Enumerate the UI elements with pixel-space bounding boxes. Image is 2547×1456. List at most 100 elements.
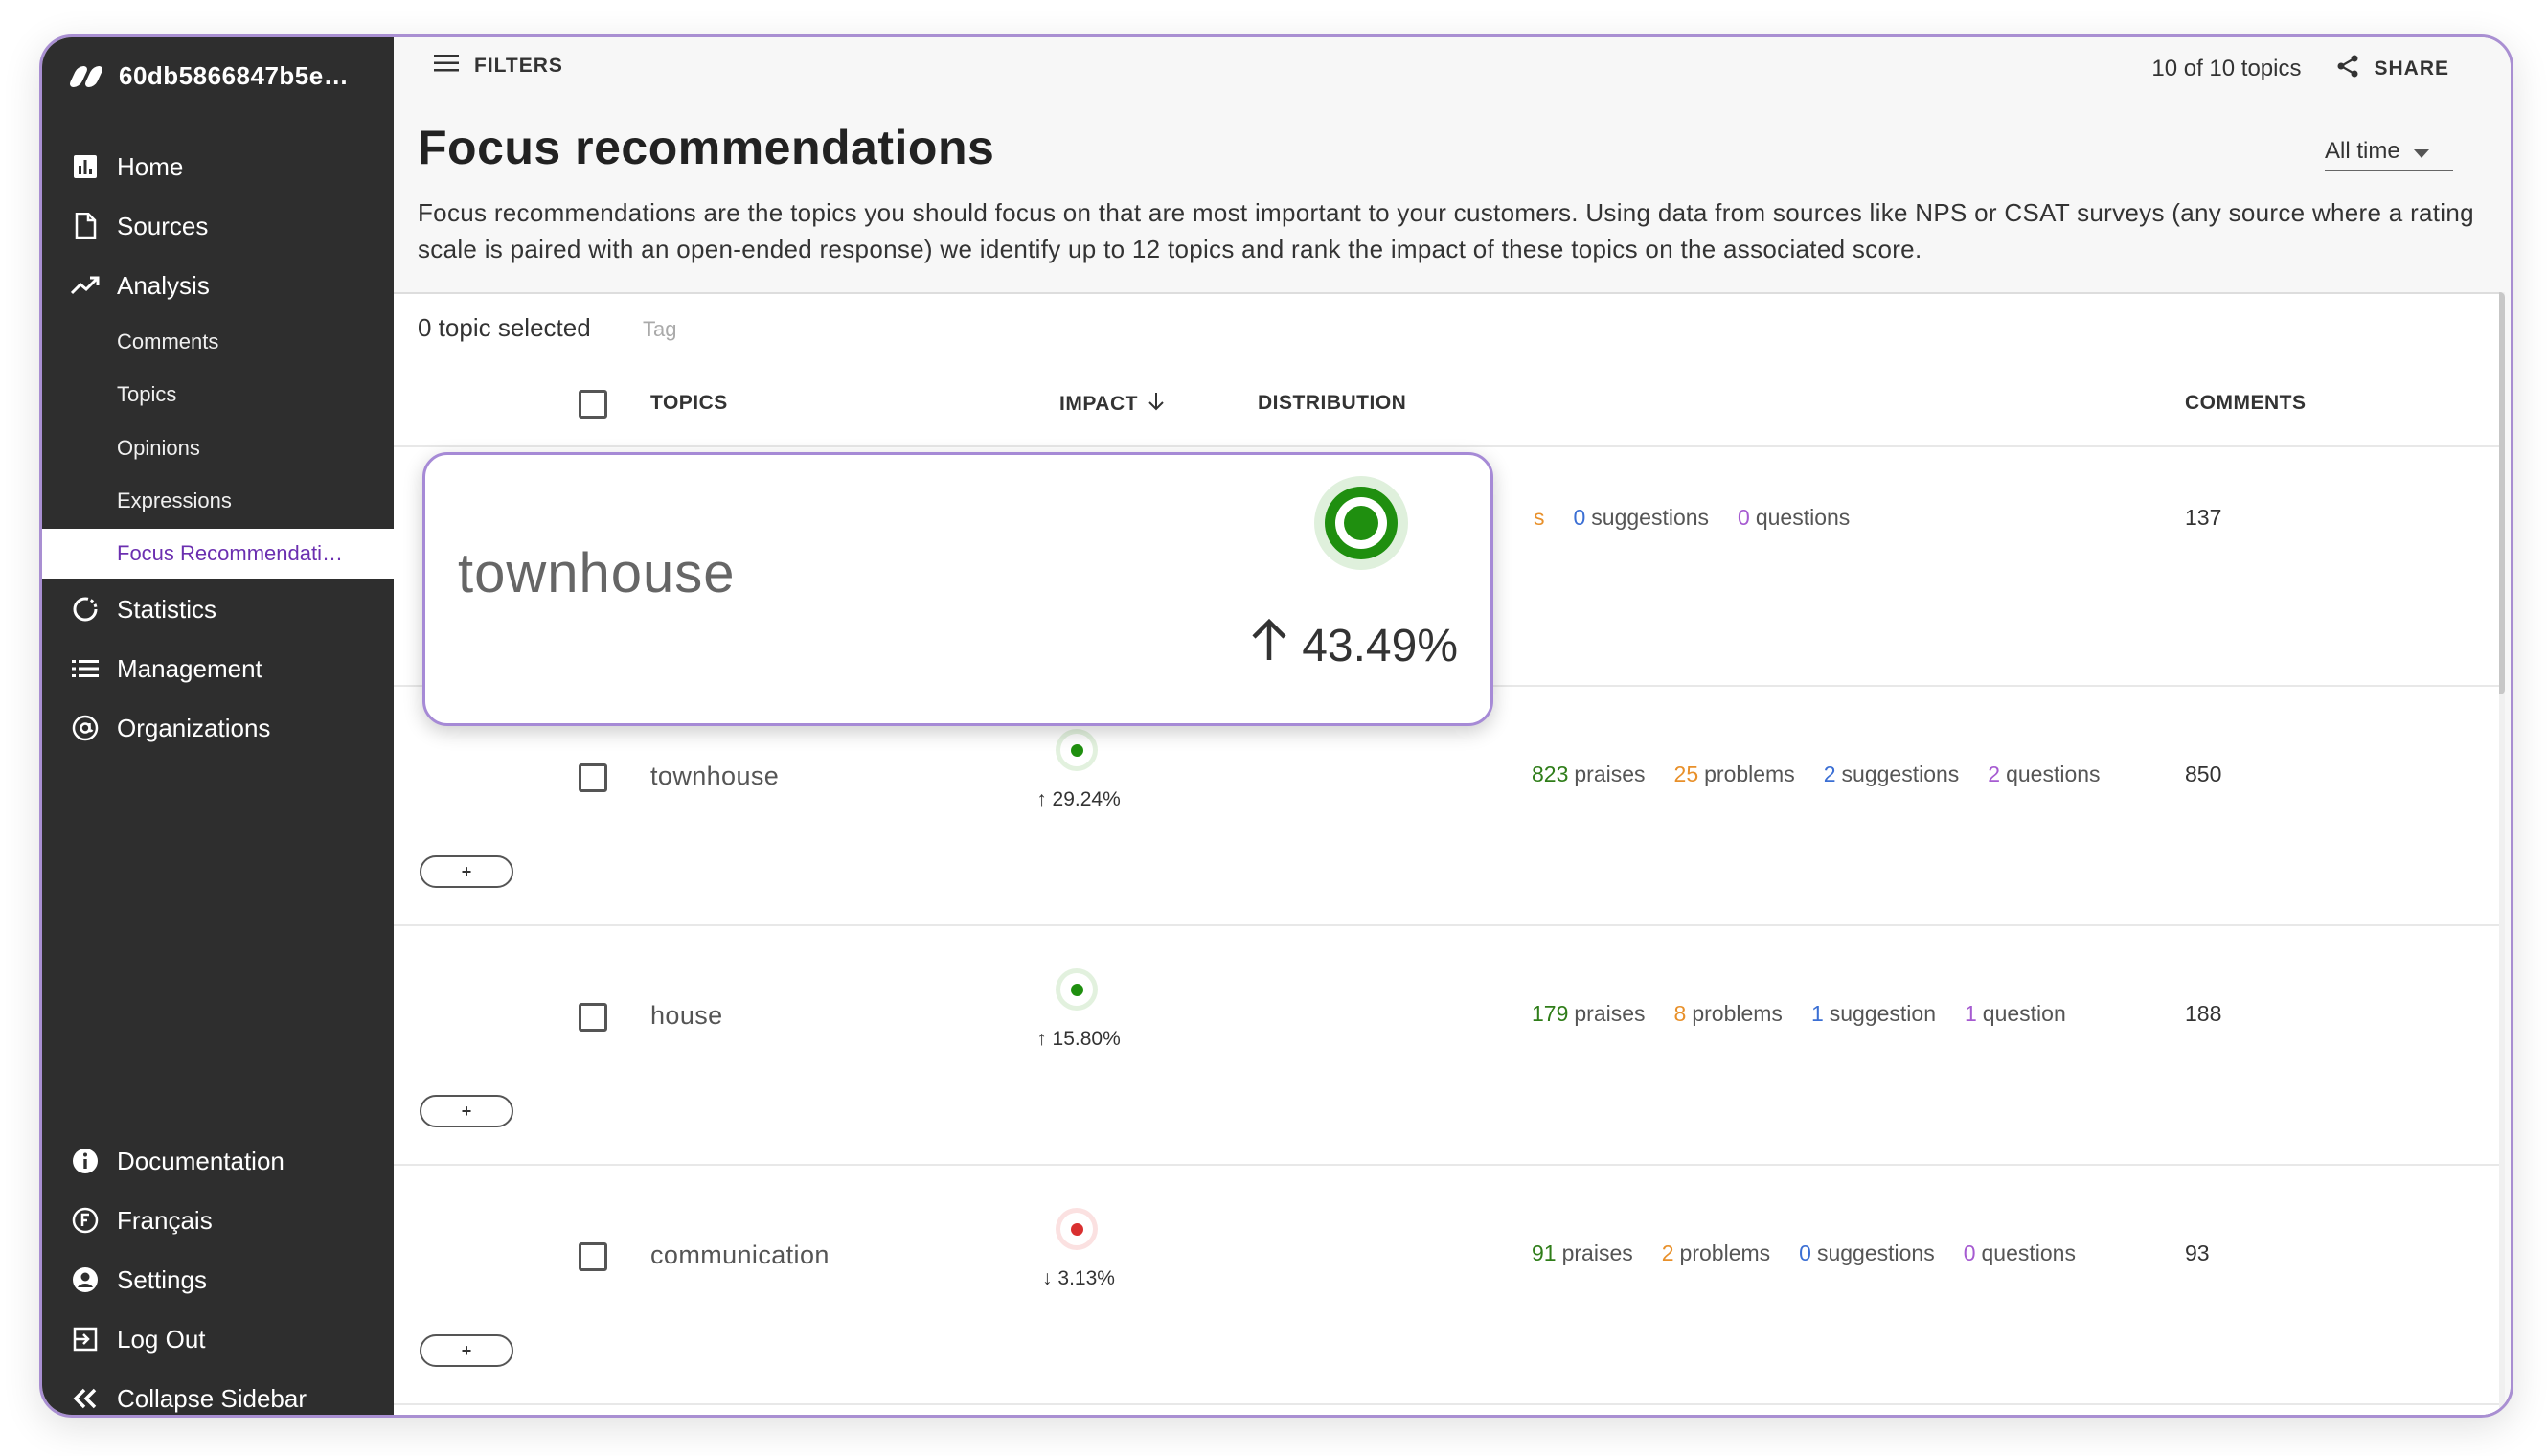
suggestions-label: suggestions (1816, 1240, 1935, 1265)
nav-comments[interactable]: Comments (42, 317, 394, 367)
time-filter-value: All time (2325, 138, 2400, 164)
logout-icon (71, 1325, 100, 1354)
column-distribution[interactable]: DISTRIBUTION (1258, 392, 1406, 415)
add-tag-button[interactable]: + (420, 1334, 513, 1367)
suggestions-label: suggestion (1829, 1001, 1936, 1026)
questions-label: questions (2006, 762, 2101, 786)
comments-count: 137 (2185, 505, 2222, 530)
nav-language-label: Français (117, 1205, 213, 1235)
nav-settings-label: Settings (117, 1264, 207, 1294)
problems-label: problems (1679, 1240, 1771, 1265)
nav-statistics[interactable]: Statistics (42, 585, 394, 633)
questions-count: 2 (1988, 762, 2001, 786)
nav-management-label: Management (117, 653, 262, 683)
target-icon (1314, 476, 1408, 570)
nav-management[interactable]: Management (42, 645, 394, 693)
problems-count: 25 (1673, 762, 1699, 786)
nav-topics[interactable]: Topics (42, 370, 394, 420)
nav-expressions[interactable]: Expressions (42, 476, 394, 526)
praises-count: 179 (1532, 1001, 1569, 1026)
topic-tooltip: townhouse 43.49% (422, 452, 1493, 726)
nav-opinions[interactable]: Opinions (42, 423, 394, 473)
add-tag-button[interactable]: + (420, 1095, 513, 1127)
comments-count: 850 (2185, 762, 2222, 786)
user-icon (71, 1265, 100, 1294)
time-filter-select[interactable]: All time (2325, 133, 2453, 171)
row-checkbox[interactable] (579, 1242, 607, 1271)
nav-sources[interactable]: Sources (42, 202, 394, 250)
praises-label: praises (1574, 1001, 1646, 1026)
column-impact[interactable]: IMPACT (1059, 392, 1165, 417)
impact-value: ↑ 15.80% (1026, 1028, 1131, 1051)
list-icon (71, 654, 100, 683)
distribution: 823 praises 25 problems 2 suggestions 2 ques… (1532, 762, 2101, 787)
column-comments[interactable]: COMMENTS (2185, 392, 2307, 415)
tag-button[interactable]: Tag (643, 317, 676, 342)
language-icon (71, 1206, 100, 1235)
trend-icon (71, 271, 100, 300)
topic-name[interactable]: house (650, 1001, 723, 1031)
info-icon (71, 1147, 100, 1175)
add-tag-button[interactable]: + (420, 855, 513, 888)
double-chevron-left-icon (71, 1384, 100, 1413)
impact-value: ↓ 3.13% (1026, 1267, 1131, 1290)
arrow-down-icon (1148, 392, 1165, 417)
column-topics[interactable]: TOPICS (650, 392, 728, 415)
filters-button[interactable]: FILTERS (434, 54, 563, 79)
nav-documentation[interactable]: Documentation (42, 1137, 394, 1185)
nav-collapse-sidebar[interactable]: Collapse Sidebar (42, 1375, 394, 1415)
at-icon (71, 714, 100, 742)
page-title: Focus recommendations (418, 121, 995, 174)
tooltip-impact-value: 43.49% (1302, 620, 1458, 671)
problems-count: 2 (1661, 1240, 1674, 1265)
topic-count: 10 of 10 topics (2151, 56, 2302, 81)
impact-indicator-icon (1056, 968, 1098, 1011)
brand[interactable]: 60db5866847b5e… (67, 58, 350, 93)
questions-label: questions (1981, 1240, 2076, 1265)
questions-count: 0 (1738, 505, 1750, 530)
row-checkbox[interactable] (579, 1003, 607, 1032)
page-description: Focus recommendations are the topics you… (418, 198, 2474, 263)
nav-organizations[interactable]: Organizations (42, 704, 394, 752)
nav-sources-label: Sources (117, 211, 209, 240)
nav-language[interactable]: Français (42, 1196, 394, 1244)
questions-label: questions (1755, 505, 1851, 530)
nav-analysis-label: Analysis (117, 270, 210, 300)
nav-home[interactable]: Home (42, 143, 394, 191)
nav-organizations-label: Organizations (117, 713, 271, 742)
nav-home-label: Home (117, 151, 184, 181)
arrow-up-icon: ↑ (1036, 1028, 1047, 1050)
select-all-checkbox[interactable] (579, 390, 607, 419)
praises-count: 823 (1532, 762, 1569, 786)
table-row[interactable]: communication ↓ 3.13% 91 praises 2 problem… (394, 1166, 2499, 1405)
comments-count: 93 (2185, 1240, 2210, 1265)
nav-statistics-label: Statistics (117, 594, 217, 624)
nav-logout[interactable]: Log Out (42, 1315, 394, 1363)
share-icon (2335, 54, 2360, 84)
praises-label: praises (1561, 1240, 1633, 1265)
share-button[interactable]: SHARE (2335, 54, 2449, 84)
distribution: 179 praises 8 problems 1 suggestion 1 questi… (1532, 1001, 2066, 1027)
comments-count: 188 (2185, 1001, 2222, 1026)
logo-icon (67, 64, 105, 87)
nav-focus-recommendations[interactable]: Focus Recommendati… (42, 529, 394, 579)
nav-analysis[interactable]: Analysis (42, 262, 394, 309)
brand-name: 60db5866847b5e… (119, 60, 350, 90)
topic-name[interactable]: townhouse (650, 762, 779, 791)
praises-label: praises (1574, 762, 1646, 786)
impact-percent: 3.13% (1057, 1267, 1115, 1289)
suggestions-count: 0 (1573, 505, 1586, 530)
suggestions-count: 1 (1810, 1001, 1824, 1026)
nav-collapse-label: Collapse Sidebar (117, 1383, 307, 1413)
sidebar: 60db5866847b5e… Home Sources Analysis Co… (42, 37, 394, 1415)
distribution: 91 praises 2 problems 0 suggestions 0 questi… (1532, 1240, 2076, 1266)
row-checkbox[interactable] (579, 763, 607, 792)
questions-count: 1 (1964, 1001, 1977, 1026)
suggestions-count: 2 (1823, 762, 1836, 786)
nav-settings[interactable]: Settings (42, 1256, 394, 1304)
nav-logout-label: Log Out (117, 1324, 206, 1354)
table-row[interactable]: house ↑ 15.80% 179 praises 8 problems 1 sug… (394, 926, 2499, 1166)
topic-name[interactable]: communication (650, 1240, 830, 1270)
suggestions-label: suggestions (1841, 762, 1960, 786)
impact-indicator-icon (1056, 729, 1098, 771)
